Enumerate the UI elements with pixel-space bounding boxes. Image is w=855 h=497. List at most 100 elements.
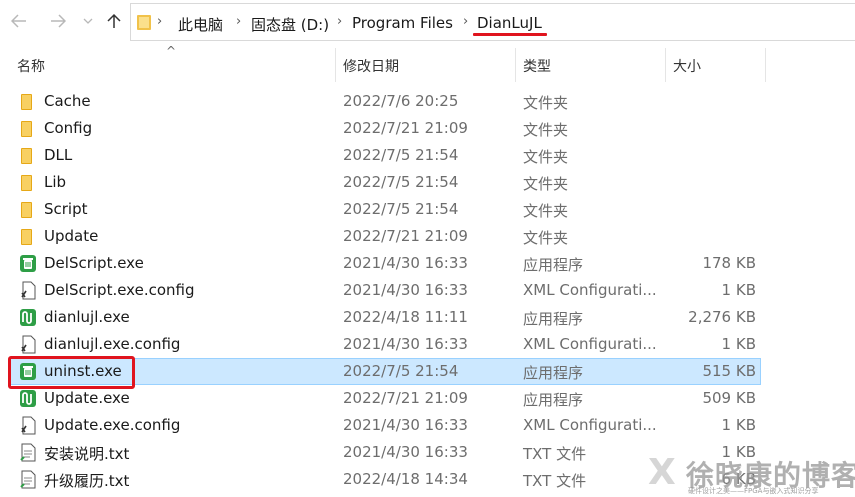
watermark-logo: X [648,452,676,493]
folder-icon [19,227,37,246]
trash-app-icon [19,362,37,381]
arrow-left-icon[interactable] [8,9,30,33]
file-date: 2022/7/21 21:09 [343,227,468,245]
file-type: 应用程序 [523,310,584,328]
file-row[interactable]: Update.exe.config 2021/4/30 16:33 XML Conf… [0,412,855,439]
column-header-date[interactable]: 修改日期 [343,56,399,76]
file-row[interactable]: DelScript.exe.config 2021/4/30 16:33 XML C… [0,277,855,304]
text-file-icon [19,470,37,489]
file-name: Cache [44,92,91,110]
file-row[interactable]: dianlujl.exe 2022/4/18 11:11 应用程序 2,276 KB [0,304,855,331]
file-name: Update.exe.config [44,416,181,434]
highlight-underline [473,33,547,36]
file-row[interactable]: Cache 2022/7/6 20:25 文件夹 [0,88,855,115]
file-date: 2022/7/5 21:54 [343,173,459,191]
file-type: 应用程序 [523,256,584,274]
file-type: 文件夹 [523,121,569,139]
column-header-type[interactable]: 类型 [523,56,551,76]
file-date: 2022/7/21 21:09 [343,119,468,137]
file-name: Update [44,227,99,245]
file-row[interactable]: Script 2022/7/5 21:54 文件夹 [0,196,855,223]
file-name: Script [44,200,88,218]
file-date: 2021/4/30 16:33 [343,443,468,461]
file-date: 2022/7/21 21:09 [343,389,468,407]
folder-icon [137,15,151,30]
file-type: 文件夹 [523,229,569,247]
chevron-right-icon: › [157,14,163,29]
file-type: 文件夹 [523,94,569,112]
breadcrumb-program-files[interactable]: Program Files [352,14,453,32]
file-size: 515 KB [702,362,756,380]
file-size: 2,276 KB [688,308,756,326]
file-name: Lib [44,173,67,191]
chevron-right-icon: › [236,14,242,29]
file-row[interactable]: Update.exe 2022/7/21 21:09 应用程序 509 KB [0,385,855,412]
folder-icon [19,200,37,219]
breadcrumb-this-pc[interactable]: 此电脑 [178,14,223,35]
text-file-icon [19,443,37,462]
file-date: 2022/4/18 11:11 [343,308,468,326]
file-type: 文件夹 [523,148,569,166]
file-row[interactable]: DLL 2022/7/5 21:54 文件夹 [0,142,855,169]
circuit-app-icon [19,308,37,327]
file-name: DLL [44,146,73,164]
file-type: XML Configurati... [523,335,657,353]
column-divider[interactable] [515,48,516,82]
file-size: 509 KB [702,389,756,407]
watermark: X 徐晓康的博客 硬件设计之美——FPGA与嵌入式知识分享 [648,452,855,497]
arrow-up-icon[interactable] [103,9,125,33]
file-row[interactable]: Lib 2022/7/5 21:54 文件夹 [0,169,855,196]
file-size: 1 KB [721,335,756,353]
file-row[interactable]: uninst.exe 2022/7/5 21:54 应用程序 515 KB [0,358,855,385]
column-divider[interactable] [665,48,666,82]
file-type: 文件夹 [523,175,569,193]
file-name: DelScript.exe.config [44,281,195,299]
column-header-size[interactable]: 大小 [673,56,701,76]
config-file-icon [19,416,37,435]
file-row[interactable]: dianlujl.exe.config 2021/4/30 16:33 XML Co… [0,331,855,358]
file-row[interactable]: Config 2022/7/21 21:09 文件夹 [0,115,855,142]
file-name: Config [44,119,93,137]
file-name: Update.exe [44,389,130,407]
file-size: 178 KB [702,254,756,272]
file-date: 2021/4/30 16:33 [343,335,468,353]
folder-icon [19,119,37,138]
chevron-down-icon[interactable] [80,9,96,33]
file-row[interactable]: DelScript.exe 2021/4/30 16:33 应用程序 178 KB [0,250,855,277]
file-name: uninst.exe [44,362,122,380]
column-header-name[interactable]: 名称 [17,56,45,76]
column-divider[interactable] [765,48,766,82]
file-name: 升级履历.txt [44,472,130,490]
file-date: 2022/7/5 21:54 [343,200,459,218]
folder-icon [19,92,37,111]
file-date: 2022/7/5 21:54 [343,146,459,164]
file-date: 2022/7/6 20:25 [343,92,459,110]
file-size: 1 KB [721,281,756,299]
arrow-right-icon[interactable] [47,9,69,33]
file-date: 2021/4/30 16:33 [343,416,468,434]
file-type: XML Configurati... [523,416,657,434]
file-name: dianlujl.exe [44,308,130,326]
column-headers: ^ 名称 修改日期 类型 大小 [0,44,855,84]
watermark-subtitle: 硬件设计之美——FPGA与嵌入式知识分享 [688,487,819,495]
file-size: 1 KB [721,416,756,434]
trash-app-icon [19,254,37,273]
file-date: 2021/4/30 16:33 [343,254,468,272]
file-name: DelScript.exe [44,254,144,272]
breadcrumb-dianlujl[interactable]: DianLuJL [477,14,542,32]
column-divider[interactable] [335,48,336,82]
file-list: Cache 2022/7/6 20:25 文件夹 Config 2022/7/21 21… [0,88,855,493]
file-type: TXT 文件 [523,445,587,463]
file-type: 应用程序 [523,364,584,382]
file-row[interactable]: Update 2022/7/21 21:09 文件夹 [0,223,855,250]
breadcrumb-drive-d[interactable]: 固态盘 (D:) [251,14,329,35]
navigation-bar: › 此电脑 › 固态盘 (D:) › Program Files › DianL… [0,0,855,44]
file-name: 安装说明.txt [44,445,130,463]
sort-ascending-icon: ^ [166,44,177,58]
file-type: 应用程序 [523,391,584,409]
config-file-icon [19,281,37,300]
file-date: 2022/4/18 14:34 [343,470,468,488]
file-date: 2021/4/30 16:33 [343,281,468,299]
circuit-app-icon [19,389,37,408]
folder-icon [19,146,37,165]
